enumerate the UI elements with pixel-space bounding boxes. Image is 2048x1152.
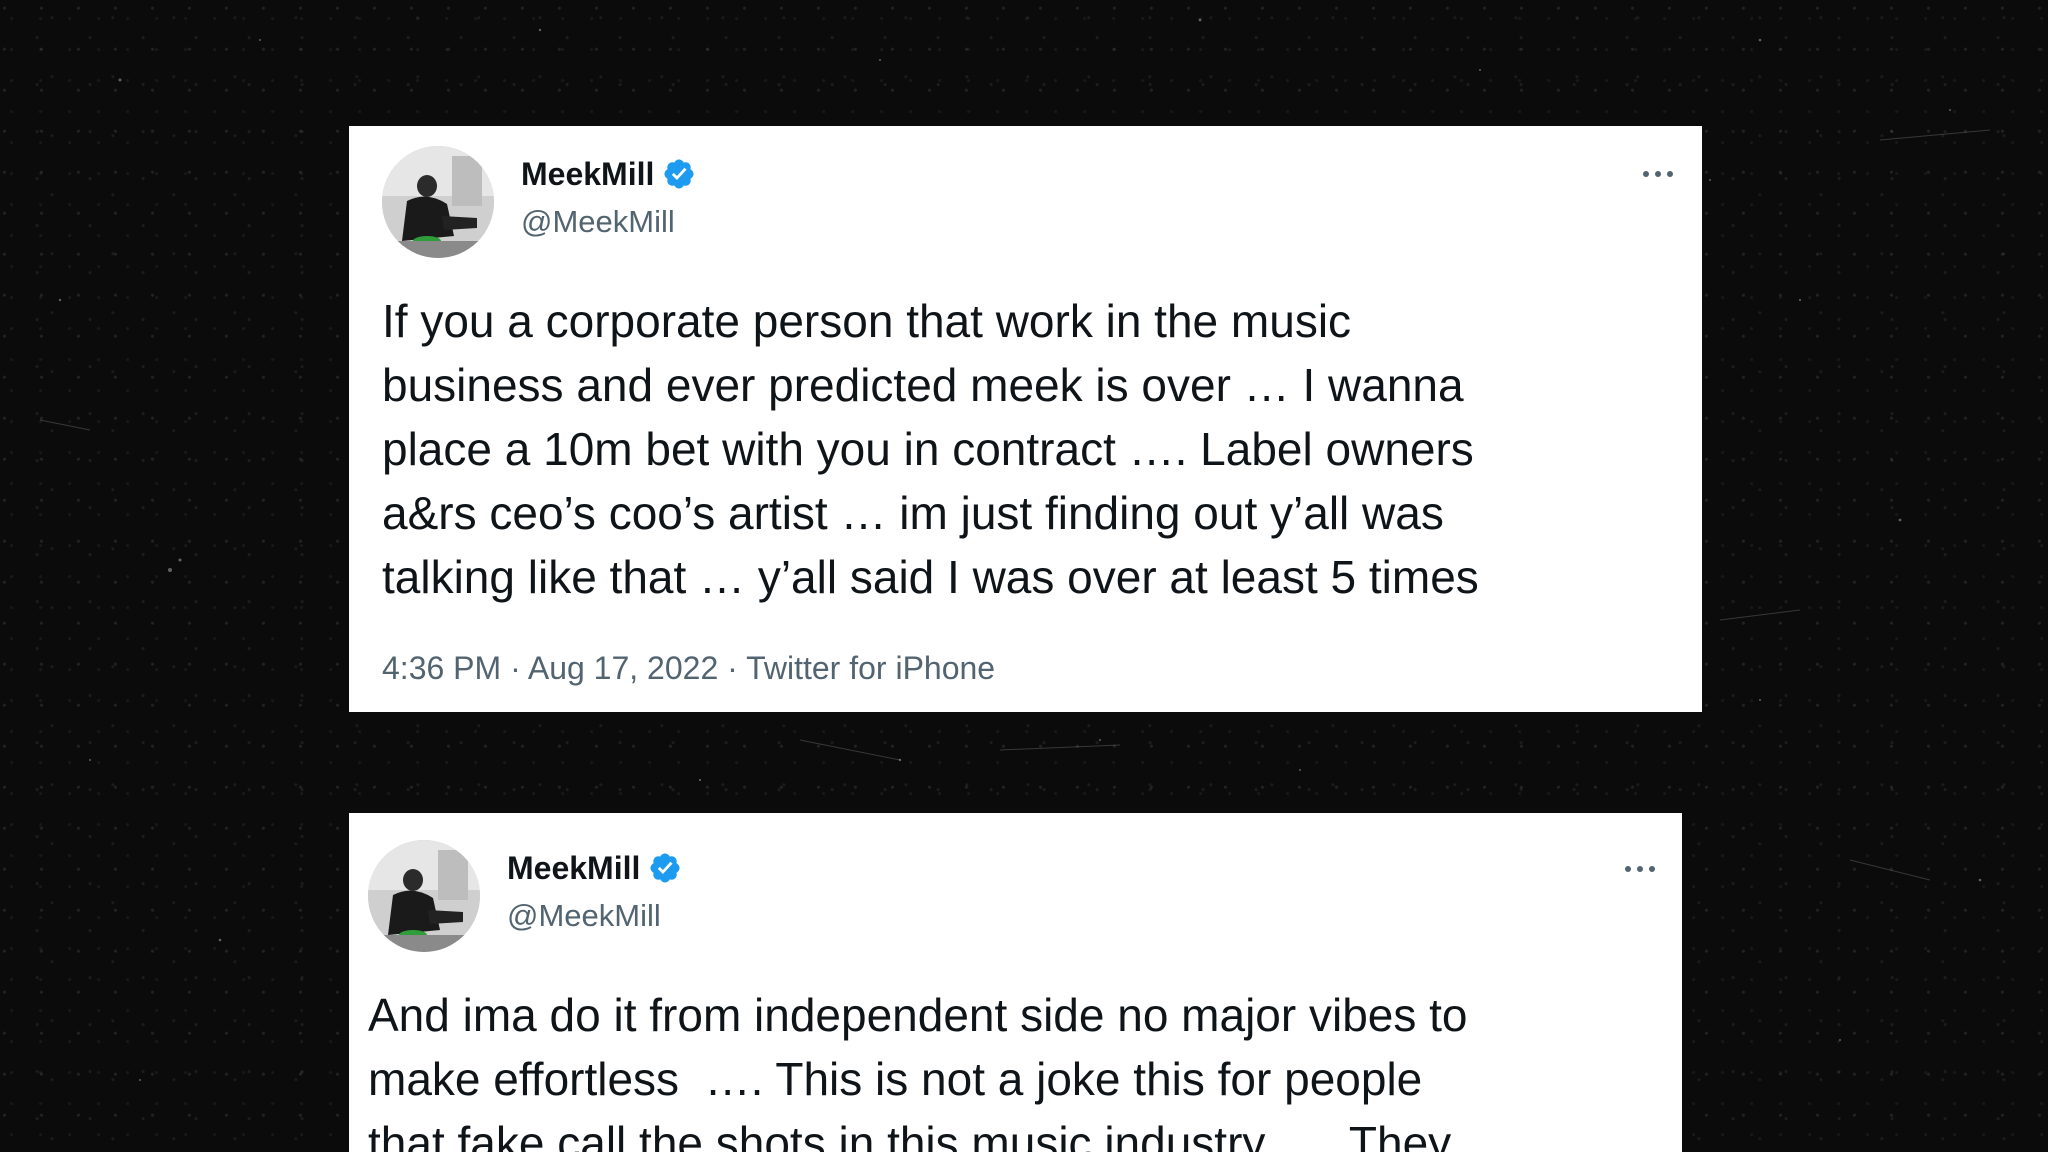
tweet-date[interactable]: Aug 17, 2022 <box>528 650 718 686</box>
verified-badge-icon <box>664 159 694 189</box>
separator: · <box>718 650 747 686</box>
handle[interactable]: @MeekMill <box>507 896 661 936</box>
tweet-card[interactable]: MeekMill @MeekMill If you a corporate pe… <box>349 126 1702 712</box>
more-options-icon[interactable] <box>1622 863 1658 875</box>
tweet-time[interactable]: 4:36 PM <box>382 650 501 686</box>
tweet-text: And ima do it from independent side no m… <box>368 989 1468 1152</box>
avatar-photo-icon <box>368 840 480 952</box>
handle[interactable]: @MeekMill <box>521 202 675 242</box>
tweet-metadata: 4:36 PM · Aug 17, 2022 · Twitter for iPh… <box>382 648 995 688</box>
name-row: MeekMill <box>507 846 682 890</box>
more-options-icon[interactable] <box>1640 168 1676 180</box>
display-name[interactable]: MeekMill <box>507 846 640 890</box>
separator: · <box>501 650 528 686</box>
verified-badge-icon <box>650 853 680 883</box>
tweet-source[interactable]: Twitter for iPhone <box>746 650 995 686</box>
avatar[interactable] <box>382 146 494 258</box>
name-row: MeekMill <box>521 152 696 196</box>
tweet-text: If you a corporate person that work in t… <box>382 295 1479 603</box>
avatar-photo-icon <box>382 146 494 258</box>
display-name[interactable]: MeekMill <box>521 152 654 196</box>
avatar[interactable] <box>368 840 480 952</box>
tweet-card[interactable]: MeekMill @MeekMill And ima do it from in… <box>349 813 1682 1152</box>
